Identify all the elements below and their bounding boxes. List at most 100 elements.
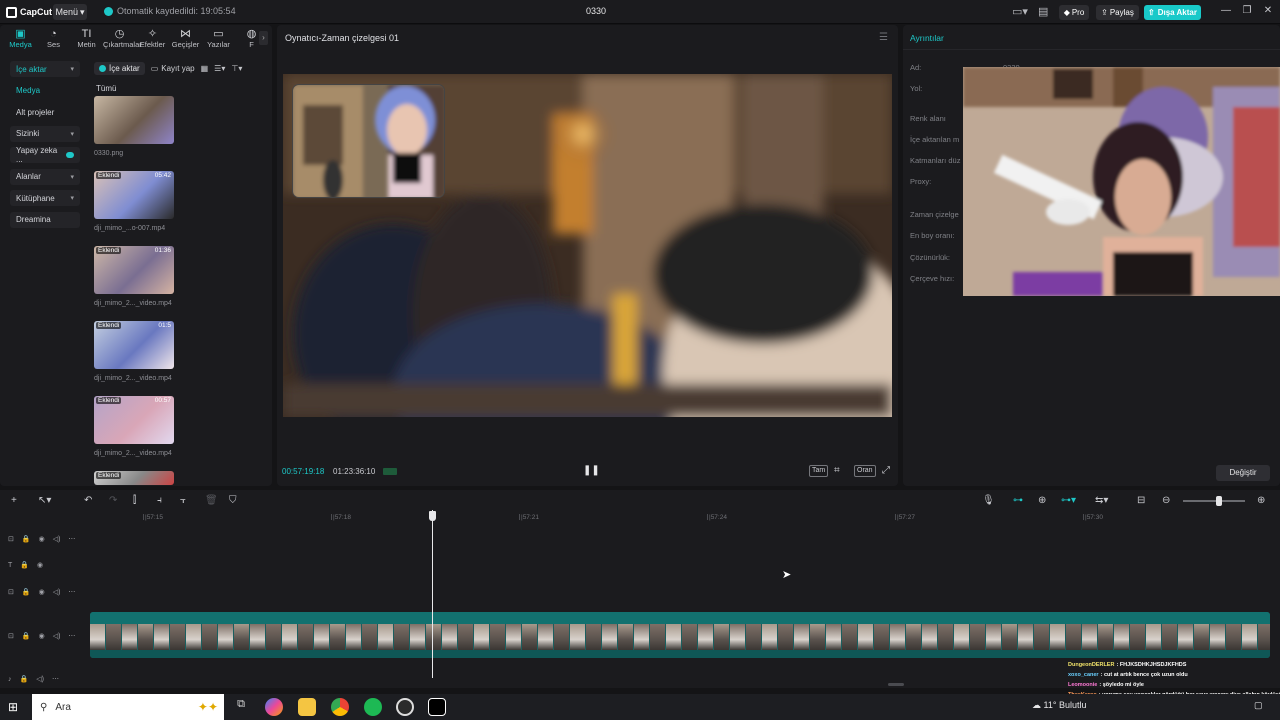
video-preview[interactable]	[283, 74, 892, 417]
hamburger-icon[interactable]: ☰	[879, 32, 888, 43]
menu-button[interactable]: Menü ▾	[53, 4, 87, 20]
sidenav-item[interactable]: Kütüphane ▾	[10, 190, 80, 206]
fullscreen-icon[interactable]: ⤢	[882, 465, 890, 476]
spotify-icon[interactable]	[364, 698, 382, 716]
undo-icon[interactable]: ↶	[84, 495, 92, 506]
tab-sticker[interactable]: ◷ Çıkartmalar	[103, 28, 142, 52]
redo-icon[interactable]: ↷	[109, 495, 117, 506]
import-button[interactable]: İçe aktar	[94, 61, 145, 75]
taskbar-search[interactable]: ⚲ Ara ✦✦	[32, 694, 224, 720]
playhead-handle[interactable]	[429, 511, 436, 521]
lock-icon[interactable]: 🔒	[20, 675, 29, 683]
obs-icon[interactable]	[396, 698, 414, 716]
media-thumbnail[interactable]: Eklendi 00:57	[94, 396, 174, 444]
microphone-icon[interactable]: 🎙	[982, 495, 995, 506]
sidenav-item[interactable]: Alanlar ▾	[10, 168, 80, 185]
media-thumbnail[interactable]	[94, 96, 174, 144]
zoom-slider[interactable]	[1183, 500, 1245, 502]
tab-captions[interactable]: ▭ Yazılar	[202, 28, 235, 52]
sidenav-item[interactable]: İçe aktar ▾	[10, 61, 80, 77]
tab-transitions[interactable]: ⋈ Geçişler	[169, 28, 202, 52]
record-button[interactable]: ▭ Kayıt yap	[151, 64, 195, 73]
tab-media[interactable]: ▣ Medya	[4, 28, 37, 52]
auto-snap-icon[interactable]: ⊶▾	[1061, 495, 1076, 506]
pause-button[interactable]: ❚❚	[583, 465, 600, 476]
maximize-icon[interactable]: ❐	[1240, 5, 1254, 19]
tab-audio[interactable]: ◔ Ses	[37, 28, 70, 52]
magnet-icon[interactable]: ⊕	[1038, 495, 1046, 506]
time-ruler[interactable]: |57:15 |57:18 |57:21 |57:24 |57:27 |57:30	[90, 512, 1280, 524]
split-icon[interactable]: ⫿	[133, 495, 136, 506]
eye-icon[interactable]: ◉	[37, 561, 43, 569]
task-view-icon[interactable]: ⧉	[232, 698, 250, 716]
select-tool-icon[interactable]: ↖▾	[38, 495, 51, 506]
lock-icon[interactable]: 🔒	[22, 535, 31, 543]
export-button[interactable]: ⇧ Dışa Aktar	[1144, 5, 1201, 20]
shield-icon[interactable]: ⛉	[229, 495, 237, 506]
zoom-slider-knob[interactable]	[1216, 496, 1222, 506]
sidenav-item[interactable]: Yapay zeka ...	[10, 146, 80, 164]
change-button[interactable]: Değiştir	[1216, 465, 1270, 481]
zoom-in-icon[interactable]: ⊕	[1257, 495, 1265, 506]
eye-icon[interactable]: ◉	[39, 535, 45, 543]
capcut-taskbar-icon[interactable]	[428, 698, 446, 716]
copilot-icon[interactable]	[265, 698, 283, 716]
main-video-clip[interactable]	[90, 612, 1270, 658]
media-thumbnail[interactable]: Eklendi	[94, 471, 174, 485]
preview-axis-icon[interactable]: ⇆▾	[1095, 495, 1108, 506]
eye-icon[interactable]: ◉	[39, 588, 45, 596]
split-left-icon[interactable]: ⫞	[157, 495, 162, 506]
zoom-out-icon[interactable]: ⊖	[1162, 495, 1170, 506]
chevron-right-icon[interactable]: ›	[259, 31, 268, 45]
lock-icon[interactable]: 🔒	[20, 561, 29, 569]
focus-icon[interactable]: ⌗	[834, 465, 840, 476]
link-icon[interactable]: ⊶	[1013, 495, 1023, 506]
horizontal-scrollbar[interactable]	[888, 683, 904, 686]
split-right-icon[interactable]: ⫟	[180, 495, 186, 506]
lock-icon[interactable]: 🔒	[22, 588, 31, 596]
more-icon[interactable]: ⋯	[68, 535, 75, 543]
tab-effects[interactable]: ✧ Efektler	[136, 28, 169, 52]
ratio-button[interactable]: Oran	[854, 465, 876, 477]
windows-start-icon[interactable]: ⊞	[8, 700, 22, 714]
more-icon[interactable]: ⋯	[52, 675, 59, 683]
sidenav-item[interactable]: Medya	[10, 83, 80, 99]
weather-widget[interactable]: ☁ 11° Bulutlu	[1032, 700, 1086, 711]
audio-icon[interactable]: ◁)	[53, 588, 61, 596]
share-button[interactable]: ⇪ Paylaş	[1096, 5, 1139, 20]
ai-toggle[interactable]	[66, 152, 74, 158]
lock-icon[interactable]: 🔒	[22, 632, 31, 640]
sidenav-item[interactable]: Dreamina	[10, 211, 80, 228]
media-thumbnail[interactable]: Eklendi 01:36	[94, 246, 174, 294]
audio-icon[interactable]: ◁)	[53, 535, 61, 543]
sidenav-item[interactable]: Alt projeler	[10, 104, 80, 120]
tab-text[interactable]: TI Metin	[70, 28, 103, 52]
audio-icon[interactable]: ◁)	[36, 675, 44, 683]
sort-icon[interactable]: ☰▾	[214, 64, 225, 73]
all-filter-label[interactable]: Tümü	[96, 84, 116, 93]
pro-button[interactable]: ◆ Pro	[1059, 5, 1089, 20]
media-filename: dji_mimo_2..._video.mp4	[94, 300, 172, 307]
add-track-icon[interactable]: +	[11, 495, 17, 506]
chrome-icon[interactable]	[331, 698, 349, 716]
notification-icon[interactable]: ▢	[1254, 700, 1263, 711]
close-icon[interactable]: ✕	[1261, 5, 1275, 19]
filter-icon[interactable]: ⊤▾	[231, 64, 242, 73]
full-quality-button[interactable]: Tam	[809, 465, 829, 477]
playhead[interactable]	[432, 510, 433, 678]
sidenav-item[interactable]: Sizinki ▾	[10, 125, 80, 142]
more-icon[interactable]: ⋯	[68, 632, 75, 640]
shortcuts-icon[interactable]: ▤	[1038, 5, 1048, 19]
media-thumbnail[interactable]: Eklendi 01:5	[94, 321, 174, 369]
delete-icon[interactable]: 🗑	[205, 495, 218, 506]
minimize-icon[interactable]: —	[1219, 5, 1233, 19]
eye-icon[interactable]: ◉	[39, 632, 45, 640]
track-header-main: ⊡ 🔒 ◉ ◁) ⋯	[8, 630, 88, 642]
grid-view-icon[interactable]: ▦	[201, 64, 209, 73]
more-icon[interactable]: ⋯	[68, 588, 75, 596]
screen-icon[interactable]: ⊟	[1137, 495, 1145, 506]
file-explorer-icon[interactable]	[298, 698, 316, 716]
media-thumbnail[interactable]: Eklendi 05:42	[94, 171, 174, 219]
audio-icon[interactable]: ◁)	[53, 632, 61, 640]
layout-icon[interactable]: ▭▾	[1012, 5, 1028, 19]
